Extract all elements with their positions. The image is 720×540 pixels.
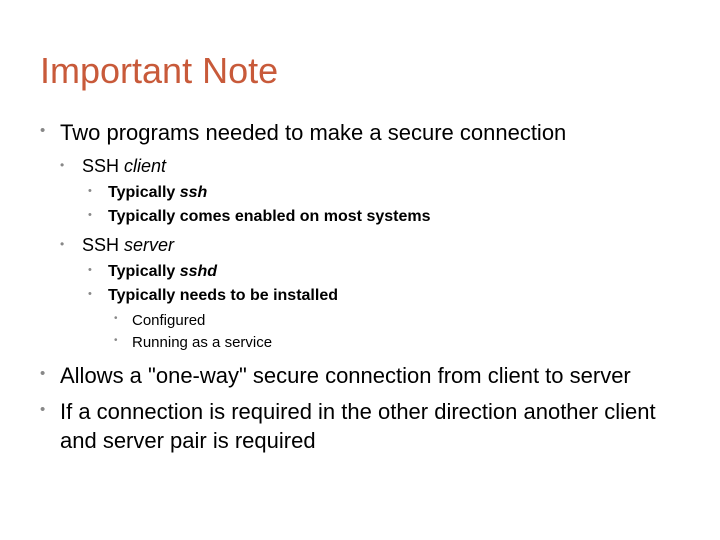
list-item: • SSH client [60,154,680,178]
list-item: • Typically sshd [88,261,680,283]
list-item: • Allows a "one-way" secure connection f… [40,361,680,391]
bullet-text: Two programs needed to make a secure con… [60,120,566,145]
bullet-icon: • [60,236,64,252]
bullet-icon: • [88,184,92,199]
bullet-text: SSH server [82,235,174,255]
text-emphasis: ssh [180,184,208,201]
text-emphasis: server [124,235,174,255]
list-item: • Typically ssh [88,182,680,204]
list-item: • SSH server [60,233,680,257]
bullet-icon: • [114,334,118,348]
bullet-icon: • [40,400,45,420]
text-part: SSH [82,235,124,255]
bullet-list: • Two programs needed to make a secure c… [40,118,680,456]
bullet-text: Running as a service [132,334,272,351]
text-part: SSH [82,156,124,176]
bullet-icon: • [60,157,64,173]
bullet-text: Typically comes enabled on most systems [108,208,431,225]
text-part: Typically [108,263,180,280]
list-item: • Two programs needed to make a secure c… [40,118,680,148]
slide: Important Note • Two programs needed to … [0,0,720,540]
slide-title: Important Note [40,50,680,92]
bullet-text: Typically sshd [108,263,217,280]
bullet-text: Configured [132,312,205,329]
bullet-icon: • [88,287,92,302]
list-item: • Typically needs to be installed [88,285,680,307]
list-item: • Typically comes enabled on most system… [88,206,680,228]
list-item: • Running as a service [114,332,680,353]
bullet-icon: • [88,263,92,278]
bullet-text: If a connection is required in the other… [60,399,656,454]
list-item: • If a connection is required in the oth… [40,397,680,456]
list-item: • Configured [114,310,680,331]
bullet-text: Typically needs to be installed [108,287,338,304]
bullet-text: SSH client [82,156,166,176]
bullet-icon: • [40,364,45,384]
bullet-text: Allows a "one-way" secure connection fro… [60,363,631,388]
text-part: Typically [108,184,180,201]
text-emphasis: client [124,156,166,176]
text-emphasis: sshd [180,263,217,280]
bullet-icon: • [114,312,118,326]
bullet-text: Typically ssh [108,184,207,201]
bullet-icon: • [88,208,92,223]
bullet-icon: • [40,121,45,141]
